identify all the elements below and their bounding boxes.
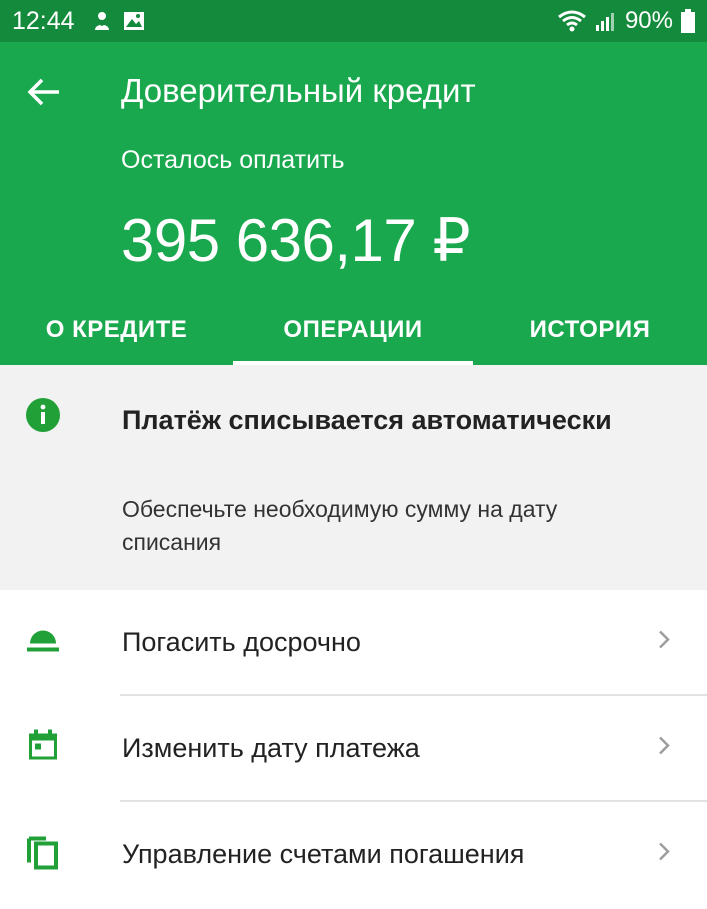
info-icon — [25, 397, 61, 438]
signal-icon — [595, 10, 617, 32]
auto-payment-notice: Платёж списывается автоматически Обеспеч… — [0, 365, 707, 590]
remaining-amount: 395 636,17 ₽ — [121, 207, 471, 274]
copy-icon — [26, 833, 60, 876]
wifi-icon — [557, 9, 587, 33]
tab-bar: О КРЕДИТЕ ОПЕРАЦИИ ИСТОРИЯ — [0, 295, 707, 365]
back-button[interactable] — [22, 72, 66, 116]
tab-operations[interactable]: ОПЕРАЦИИ — [233, 295, 473, 365]
image-icon — [123, 10, 145, 32]
notice-text: Обеспечьте необходимую сумму на дату спи… — [122, 496, 558, 555]
status-time: 12:44 — [12, 6, 75, 35]
loan-header: Доверительный кредит Осталось оплатить 3… — [0, 42, 707, 365]
battery-icon — [681, 9, 695, 33]
tab-history[interactable]: ИСТОРИЯ — [473, 295, 707, 365]
page-title: Доверительный кредит — [121, 72, 476, 109]
status-icons-right: 90% — [557, 7, 695, 35]
calendar-icon — [26, 729, 60, 768]
person-icon — [91, 10, 113, 32]
dome-icon — [26, 626, 60, 659]
operations-menu: Погасить досрочно Изменить дату платежа … — [0, 590, 707, 906]
change-payment-date-item[interactable]: Изменить дату платежа — [0, 696, 707, 800]
chevron-right-icon — [657, 735, 671, 762]
menu-item-label: Погасить досрочно — [122, 626, 361, 657]
tab-label: ИСТОРИЯ — [529, 316, 651, 343]
repayment-accounts-item[interactable]: Управление счетами погашения — [0, 802, 707, 906]
early-repayment-item[interactable]: Погасить досрочно — [0, 590, 707, 694]
battery-percent: 90% — [624, 7, 673, 34]
tab-label: ОПЕРАЦИИ — [283, 316, 423, 343]
chevron-right-icon — [657, 629, 671, 656]
notice-title: Платёж списывается автоматически — [122, 405, 612, 435]
arrow-left-icon — [27, 77, 61, 112]
menu-item-label: Изменить дату платежа — [122, 732, 420, 763]
tab-label: О КРЕДИТЕ — [45, 316, 188, 343]
chevron-right-icon — [657, 841, 671, 868]
status-bar: 12:44 90% — [0, 0, 707, 42]
menu-item-label: Управление счетами погашения — [122, 838, 525, 869]
remaining-label: Осталось оплатить — [121, 146, 345, 174]
tab-about-loan[interactable]: О КРЕДИТЕ — [0, 295, 233, 365]
status-icons-left — [91, 10, 145, 32]
